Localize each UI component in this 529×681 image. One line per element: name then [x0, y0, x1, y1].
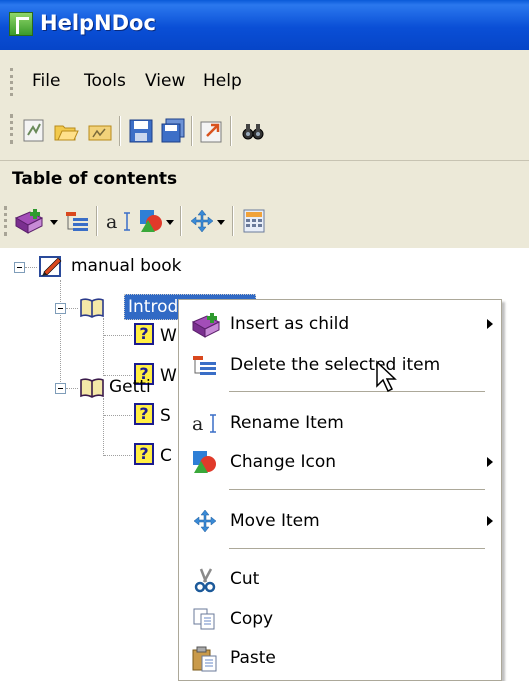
menu-item-cut[interactable]: Cut: [179, 563, 501, 595]
tree-node-label[interactable]: manual book: [71, 256, 182, 276]
window-title: HelpNDoc: [40, 11, 156, 35]
toolbar-grip[interactable]: [10, 114, 16, 144]
context-menu: Insert as child Delete the selected item…: [178, 299, 502, 681]
insert-child-icon: [191, 312, 221, 338]
delete-item-icon: [191, 353, 219, 377]
menu-item-label: Rename Item: [230, 413, 344, 433]
toolbar-separator: [191, 116, 193, 146]
menu-item-paste[interactable]: Paste: [179, 642, 501, 674]
menu-item-change-icon[interactable]: Change Icon: [179, 446, 501, 478]
open-recent-icon[interactable]: [87, 118, 113, 144]
find-icon[interactable]: [240, 118, 266, 144]
tree-node-label[interactable]: W: [160, 326, 177, 346]
toc-toolbar-separator: [180, 206, 182, 236]
menu-tools[interactable]: Tools: [84, 71, 126, 91]
menu-item-label: Change Icon: [230, 452, 337, 472]
tree-node-label[interactable]: C: [160, 446, 172, 466]
move-icon: [191, 509, 219, 533]
tree-line: [103, 318, 105, 376]
save-icon[interactable]: [128, 118, 154, 144]
tree-node-label[interactable]: S: [160, 406, 171, 426]
move-topic-dropdown-arrow[interactable]: [217, 220, 225, 225]
app-icon: [9, 12, 33, 36]
menu-item-label: Copy: [230, 609, 274, 629]
change-icon-icon[interactable]: [138, 208, 164, 234]
scissors-icon: [191, 567, 219, 593]
rename-icon: a: [191, 411, 219, 435]
tree-collapse-toggle[interactable]: [55, 303, 66, 314]
svg-text:a: a: [192, 413, 203, 435]
menu-divider: [229, 489, 485, 490]
tree-line: [104, 455, 132, 457]
submenu-arrow-icon: [487, 516, 493, 526]
toc-toolbar-separator: [96, 206, 98, 236]
menu-divider: [229, 548, 485, 549]
save-all-icon[interactable]: [160, 118, 186, 144]
calculator-icon[interactable]: [241, 208, 267, 234]
toc-toolbar-separator: [232, 206, 234, 236]
tree-collapse-toggle[interactable]: [14, 262, 25, 273]
rename-topic-icon[interactable]: a: [105, 208, 135, 234]
tree-line: [60, 280, 62, 390]
menu-item-label: Delete the selected item: [230, 355, 441, 375]
toc-toolbar-grip[interactable]: [4, 206, 10, 236]
toolbar-separator: [119, 116, 121, 146]
menu-item-rename[interactable]: a Rename Item: [179, 407, 501, 439]
svg-text:a: a: [106, 211, 117, 233]
menu-item-label: Paste: [230, 648, 276, 668]
submenu-arrow-icon: [487, 457, 493, 467]
mouse-cursor-icon: [375, 360, 403, 394]
change-icon-icon: [191, 450, 219, 474]
copy-icon: [191, 607, 219, 631]
open-book-icon: [80, 376, 104, 398]
menu-item-label: Insert as child: [230, 314, 350, 334]
tree-line: [103, 398, 105, 456]
tree-node-label[interactable]: Introd: [128, 297, 178, 317]
menu-item-insert-as-child[interactable]: Insert as child: [179, 308, 501, 340]
menu-item-move[interactable]: Move Item: [179, 505, 501, 537]
open-project-icon[interactable]: [53, 118, 79, 144]
toc-panel-header: Table of contents: [0, 160, 529, 195]
menu-item-label: Cut: [230, 569, 260, 589]
move-topic-icon[interactable]: [189, 208, 215, 234]
menu-help[interactable]: Help: [203, 71, 242, 91]
menu-bar: File Tools View Help: [0, 62, 529, 102]
help-topic-icon: ?: [134, 323, 154, 345]
export-icon[interactable]: [199, 118, 225, 144]
add-topic-dropdown-arrow[interactable]: [50, 220, 58, 225]
menubar-grip[interactable]: [10, 68, 16, 96]
menu-divider: [229, 391, 485, 392]
menu-file[interactable]: File: [32, 71, 60, 91]
tree-line: [66, 308, 78, 310]
toc-title: Table of contents: [12, 169, 178, 189]
help-topic-icon: ?: [134, 443, 154, 465]
menu-item-delete-selected[interactable]: Delete the selected item: [179, 349, 501, 381]
add-topic-icon[interactable]: [14, 208, 44, 234]
help-topic-icon: ?: [134, 403, 154, 425]
delete-topic-icon[interactable]: [64, 208, 90, 234]
main-toolbar: [0, 108, 529, 152]
tree-line: [104, 335, 132, 337]
tree-collapse-toggle[interactable]: [55, 383, 66, 394]
menu-item-label: Move Item: [230, 511, 320, 531]
edit-book-icon: [38, 254, 64, 278]
toc-toolbar: a: [0, 198, 529, 244]
new-project-icon[interactable]: [21, 118, 47, 144]
tree-node-label[interactable]: W: [160, 366, 177, 386]
change-icon-dropdown-arrow[interactable]: [166, 220, 174, 225]
tree-node-label[interactable]: Getti: [109, 377, 151, 397]
tree-line: [25, 267, 37, 269]
submenu-arrow-icon: [487, 319, 493, 329]
toolbar-separator: [230, 116, 232, 146]
tree-line: [104, 415, 132, 417]
menu-view[interactable]: View: [145, 71, 185, 91]
menu-item-copy[interactable]: Copy: [179, 603, 501, 635]
paste-icon: [191, 646, 219, 672]
window-titlebar: HelpNDoc: [0, 0, 529, 50]
open-book-icon: [80, 296, 104, 318]
tree-line: [66, 388, 78, 390]
